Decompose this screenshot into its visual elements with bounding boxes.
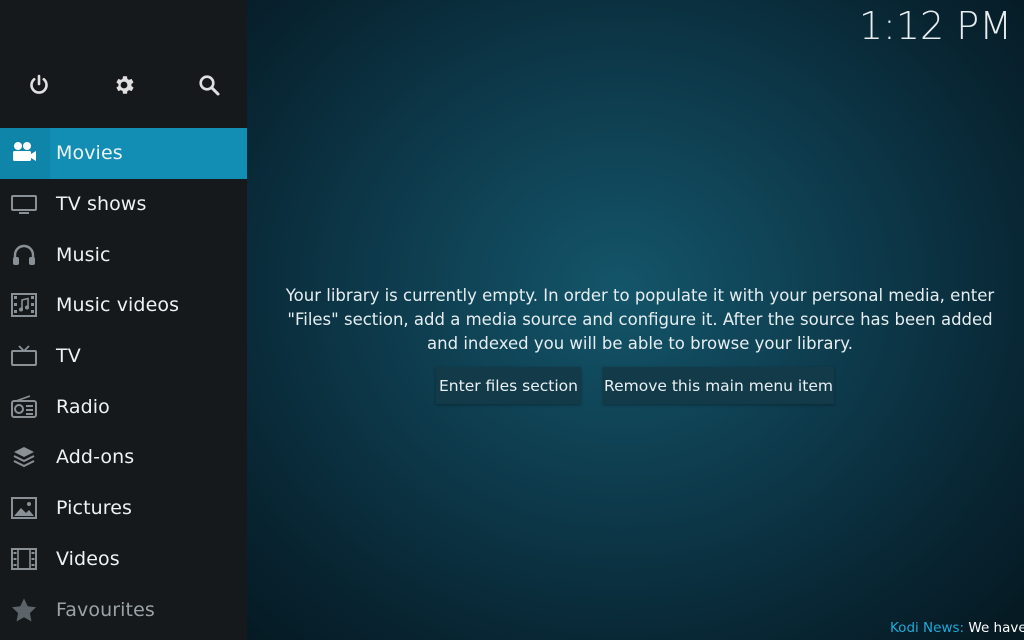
sidebar-item-videos[interactable]: Videos <box>0 534 247 585</box>
tv-icon <box>0 331 48 381</box>
sidebar-item-label: Movies <box>56 142 123 165</box>
headphones-icon <box>0 230 48 280</box>
sidebar-item-music[interactable]: Music <box>0 229 247 280</box>
news-ticker: Kodi News: We have k <box>890 620 1024 636</box>
sidebar-item-tv[interactable]: TV <box>0 331 247 382</box>
picture-icon <box>0 483 48 533</box>
addons-box-icon <box>0 432 48 482</box>
sidebar-item-add-ons[interactable]: Add-ons <box>0 432 247 483</box>
empty-library-message: Your library is currently empty. In orde… <box>285 286 995 353</box>
sidebar-item-radio[interactable]: Radio <box>0 381 247 432</box>
enter-files-section-button[interactable]: Enter files section <box>436 367 581 404</box>
sidebar-item-favourites[interactable]: Favourites <box>0 584 247 635</box>
sidebar-item-pictures[interactable]: Pictures <box>0 483 247 534</box>
search-icon <box>199 75 220 96</box>
remove-menu-item-button[interactable]: Remove this main menu item <box>603 367 834 404</box>
sidebar-item-label: Videos <box>56 547 120 570</box>
sidebar-item-music-videos[interactable]: Music videos <box>0 280 247 331</box>
sidebar-item-label: Pictures <box>56 497 133 520</box>
settings-button[interactable] <box>99 60 149 110</box>
sidebar-item-label: Favourites <box>56 598 155 621</box>
sidebar-item-label: Music videos <box>56 294 180 317</box>
clock: 1:12 PM <box>858 4 1012 48</box>
search-button[interactable] <box>184 60 234 110</box>
sidebar-item-label: TV shows <box>56 193 147 216</box>
main-menu: Movies TV shows Music Music videos TV Ra… <box>0 128 247 635</box>
news-text: We have k <box>968 620 1024 636</box>
sidebar-item-movies[interactable]: Movies <box>0 128 247 179</box>
sidebar-item-label: TV <box>56 345 81 368</box>
sidebar-item-label: Radio <box>56 395 110 418</box>
sidebar-item-label: Music <box>56 243 111 266</box>
monitor-icon <box>0 179 48 229</box>
star-icon <box>0 585 48 635</box>
news-label: Kodi News: <box>890 620 965 636</box>
power-icon <box>30 74 48 94</box>
music-video-icon <box>0 280 48 330</box>
movie-camera-icon <box>0 128 48 178</box>
power-button[interactable] <box>14 60 64 110</box>
sidebar: Movies TV shows Music Music videos TV Ra… <box>0 0 247 640</box>
gear-icon <box>116 76 134 94</box>
sidebar-item-tv-shows[interactable]: TV shows <box>0 179 247 230</box>
sidebar-item-label: Add-ons <box>56 446 135 469</box>
radio-icon <box>0 382 48 432</box>
film-strip-icon <box>0 534 48 584</box>
top-icons <box>0 60 247 110</box>
